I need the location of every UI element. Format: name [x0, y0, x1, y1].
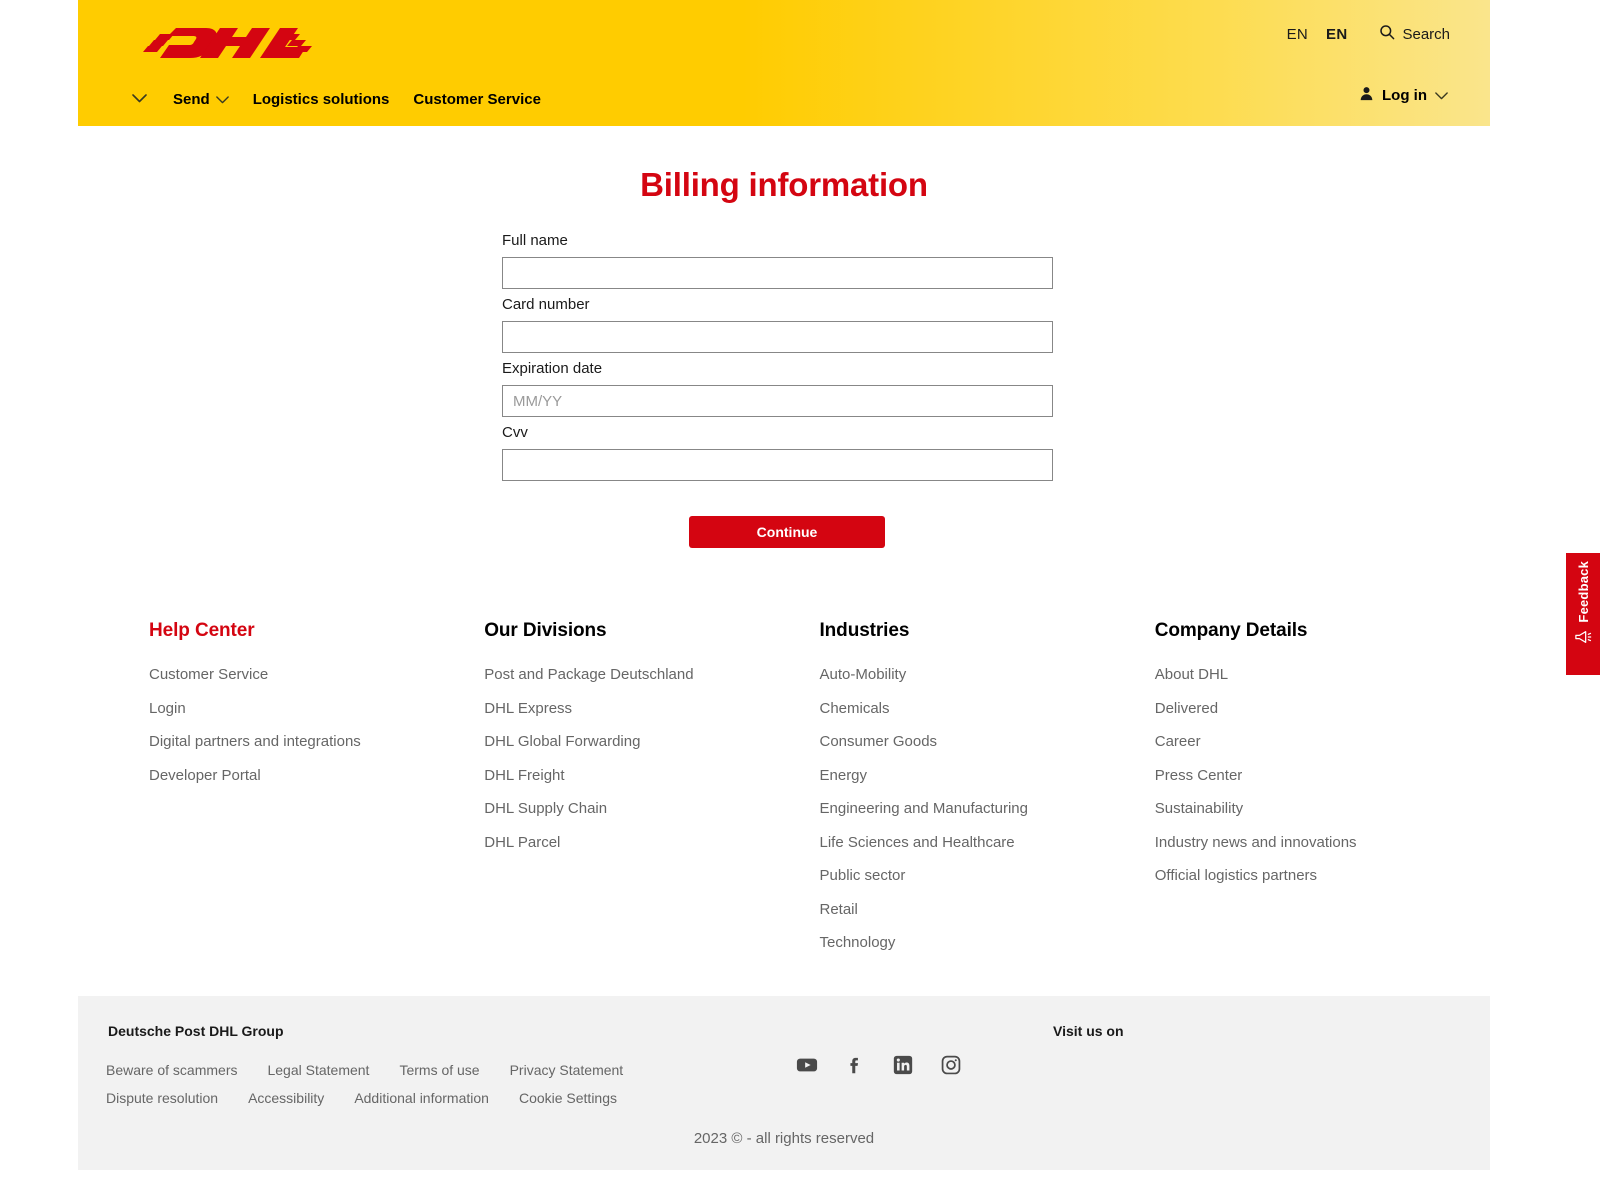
primary-nav: Send Logistics solutions Customer Servic… [124, 84, 553, 114]
legal-link[interactable]: Privacy Statement [510, 1056, 624, 1084]
footer-link[interactable]: Login [149, 692, 484, 726]
field-cvv: Cvv [502, 423, 1062, 481]
full-name-input[interactable] [502, 257, 1053, 289]
billing-form: Full name Card number Expiration date Cv… [502, 231, 1062, 548]
header-top-row: EN EN Search [78, 0, 1490, 78]
footer-link[interactable]: Life Sciences and Healthcare [820, 826, 1155, 860]
legal-link[interactable]: Accessibility [248, 1084, 324, 1112]
search-icon [1379, 24, 1395, 44]
footer-link[interactable]: Industry news and innovations [1155, 826, 1490, 860]
footer-link[interactable]: Consumer Goods [820, 725, 1155, 759]
site-header: EN EN Search Send Logistics solutions Cu… [78, 0, 1490, 126]
footer-link[interactable]: Technology [820, 926, 1155, 960]
footer-link[interactable]: Engineering and Manufacturing [820, 792, 1155, 826]
nav-item-logistics-solutions-label: Logistics solutions [252, 90, 390, 108]
youtube-icon[interactable] [796, 1054, 818, 1081]
footer-link[interactable]: Chemicals [820, 692, 1155, 726]
footer-link[interactable]: DHL Global Forwarding [484, 725, 819, 759]
search-button[interactable]: Search [1379, 24, 1450, 44]
footer-column-our-divisions: Our Divisions Post and Package Deutschla… [484, 620, 819, 960]
legal-link[interactable]: Additional information [354, 1084, 489, 1112]
footer-column-help-center: Help Center Customer Service Login Digit… [149, 620, 484, 960]
chevron-down-icon [215, 91, 229, 108]
footer-link[interactable]: DHL Express [484, 692, 819, 726]
legal-link[interactable]: Legal Statement [267, 1056, 369, 1084]
footer-column-industries: Industries Auto-Mobility Chemicals Consu… [820, 620, 1155, 960]
dhl-logo[interactable] [124, 22, 324, 66]
nav-item-send-label: Send [173, 90, 210, 108]
login-button[interactable]: Log in [1359, 86, 1448, 105]
footer-link[interactable]: DHL Parcel [484, 826, 819, 860]
dhl-billing-page: EN EN Search Send Logistics solutions Cu… [0, 0, 1600, 1200]
footer-column-title: Help Center [149, 620, 255, 641]
instagram-icon[interactable] [940, 1054, 962, 1081]
footer-link[interactable]: About DHL [1155, 658, 1490, 692]
social-links [796, 1054, 962, 1081]
footer-link[interactable]: DHL Freight [484, 759, 819, 793]
field-card-number-label: Card number [502, 296, 590, 313]
legal-link[interactable]: Terms of use [399, 1056, 479, 1084]
form-actions: Continue [502, 516, 1062, 548]
feedback-tab[interactable]: Feedback [1566, 553, 1600, 675]
field-expiration-date-label: Expiration date [502, 360, 603, 377]
footer-brand: Deutsche Post DHL Group [108, 1023, 284, 1039]
footer-link[interactable]: Public sector [820, 859, 1155, 893]
footer-link[interactable]: Auto-Mobility [820, 658, 1155, 692]
footer-link[interactable]: Retail [820, 893, 1155, 927]
footer-link[interactable]: DHL Supply Chain [484, 792, 819, 826]
footer-link[interactable]: Post and Package Deutschland [484, 658, 819, 692]
nav-item-customer-service[interactable]: Customer Service [401, 85, 553, 114]
footer-bar: Deutsche Post DHL Group Visit us on Bewa… [78, 996, 1490, 1170]
legal-link[interactable]: Cookie Settings [519, 1084, 617, 1112]
footer-link[interactable]: Official logistics partners [1155, 859, 1490, 893]
expiration-date-input[interactable] [502, 385, 1053, 417]
main-content: Billing information Full name Card numbe… [78, 126, 1490, 548]
megaphone-icon [1574, 629, 1592, 650]
nav-item-logistics-solutions[interactable]: Logistics solutions [241, 85, 402, 114]
footer-legal-links: Beware of scammers Legal Statement Terms… [106, 1056, 746, 1112]
footer-column-title: Our Divisions [484, 620, 607, 641]
login-label: Log in [1382, 87, 1427, 104]
field-full-name-label: Full name [502, 232, 568, 249]
footer-link[interactable]: Developer Portal [149, 759, 484, 793]
header-utilities: EN EN Search [1287, 24, 1450, 44]
footer-column-company-details: Company Details About DHL Delivered Care… [1155, 620, 1490, 960]
footer-column-title: Company Details [1154, 620, 1308, 641]
legal-link[interactable]: Beware of scammers [106, 1056, 237, 1084]
search-label: Search [1402, 25, 1450, 43]
chevron-down-icon [1435, 87, 1448, 104]
footer-column-title: Industries [819, 620, 910, 641]
nav-item-send[interactable]: Send [161, 85, 241, 114]
field-card-number: Card number [502, 295, 1062, 353]
footer-link[interactable]: Press Center [1155, 759, 1490, 793]
cvv-input[interactable] [502, 449, 1053, 481]
footer-link[interactable]: Sustainability [1155, 792, 1490, 826]
header-nav-row: Send Logistics solutions Customer Servic… [78, 78, 1490, 126]
continue-button[interactable]: Continue [689, 516, 885, 548]
footer-link-columns: Help Center Customer Service Login Digit… [78, 620, 1490, 960]
field-cvv-label: Cvv [502, 424, 528, 441]
language-option-secondary[interactable]: EN [1326, 26, 1347, 43]
facebook-icon[interactable] [844, 1054, 866, 1081]
nav-item-customer-service-label: Customer Service [413, 90, 541, 108]
copyright-text: 2023 © - all rights reserved [693, 1130, 875, 1147]
nav-expand-button[interactable] [124, 84, 161, 114]
chevron-down-icon [132, 90, 147, 108]
feedback-label: Feedback [1575, 561, 1591, 623]
visit-us-on-label: Visit us on [1053, 1023, 1124, 1039]
footer-link[interactable]: Delivered [1155, 692, 1490, 726]
footer-link[interactable]: Energy [820, 759, 1155, 793]
footer-link[interactable]: Digital partners and integrations [149, 725, 484, 759]
legal-link[interactable]: Dispute resolution [106, 1084, 218, 1112]
footer-link[interactable]: Career [1155, 725, 1490, 759]
language-option-primary[interactable]: EN [1287, 26, 1308, 43]
card-number-input[interactable] [502, 321, 1053, 353]
page-title: Billing information [640, 166, 928, 203]
user-icon [1359, 86, 1374, 105]
field-full-name: Full name [502, 231, 1062, 289]
footer-link[interactable]: Customer Service [149, 658, 484, 692]
linkedin-icon[interactable] [892, 1054, 914, 1081]
field-expiration-date: Expiration date [502, 359, 1062, 417]
